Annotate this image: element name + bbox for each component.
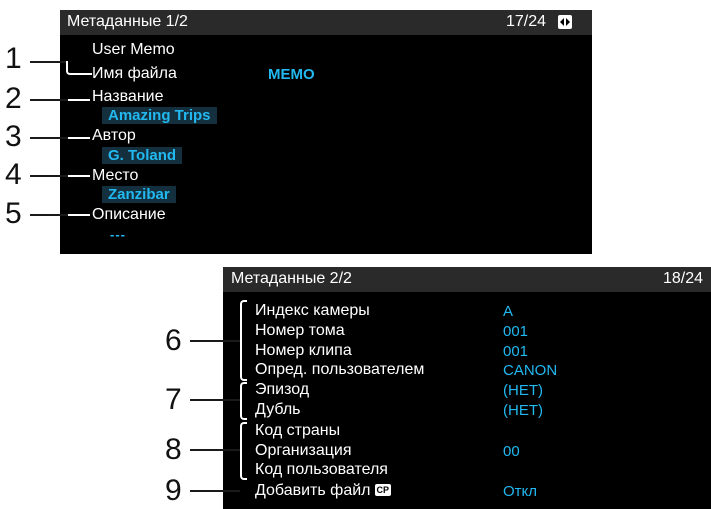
add-file-value: Откл <box>503 483 538 500</box>
title-label: Название <box>92 88 164 105</box>
author-label: Автор <box>92 127 136 144</box>
scene-label: Эпизод <box>255 381 310 398</box>
callout-2-leader <box>30 99 68 101</box>
author-value: G. Toland <box>102 147 183 164</box>
reel-number-label: Номер тома <box>255 322 345 339</box>
screen-2-page-counter: 18/24 <box>663 270 704 287</box>
callout-5-leader <box>30 214 68 216</box>
screen-2-title: Метаданные 2/2 <box>231 270 352 287</box>
callout-6: 6 <box>165 324 182 357</box>
callout-1-leader <box>30 61 68 63</box>
callout-1: 1 <box>5 42 22 75</box>
screen-1-page-counter: 17/24 <box>506 13 547 30</box>
callout-6-leader <box>190 340 240 342</box>
user-defined-value: CANON <box>503 362 558 379</box>
description-value: --- <box>110 227 126 242</box>
clip-number-label: Номер клипа <box>255 342 352 359</box>
page-toggle-icon[interactable] <box>558 15 572 29</box>
organization-value: 00 <box>503 443 520 460</box>
metadata-screen-1: Метаданные 1/2 17/24 User Memo Имя файла… <box>60 10 592 254</box>
callout-4: 4 <box>5 158 22 191</box>
callout-7-leader <box>190 399 240 401</box>
user-defined-label: Опред. пользователем <box>255 361 425 378</box>
add-file-label: Добавить файл CP <box>255 482 392 500</box>
country-code-label: Код страны <box>255 422 341 439</box>
user-code-label: Код пользователя <box>255 461 388 478</box>
callout-3: 3 <box>5 120 22 153</box>
screen-1-title: Метаданные 1/2 <box>67 13 188 30</box>
metadata-screen-2: Метаданные 2/2 18/24 Индекс камеры A Ном… <box>223 267 711 509</box>
bracket-scene-group <box>240 382 247 420</box>
camera-index-value: A <box>503 303 514 320</box>
bracket-code-group <box>240 422 247 480</box>
organization-label: Организация <box>255 442 352 459</box>
take-label: Дубль <box>255 401 301 418</box>
callout-5-leader-inside <box>68 214 90 216</box>
screen-1-header: Метаданные 1/2 17/24 <box>60 10 592 35</box>
user-memo-label: User Memo <box>92 41 175 58</box>
callout-9: 9 <box>165 474 182 507</box>
file-name-label: Имя файла <box>92 65 177 82</box>
file-name-value: MEMO <box>268 66 315 83</box>
reel-number-value: 001 <box>503 323 529 340</box>
callout-8-leader <box>190 449 240 451</box>
description-label: Описание <box>92 206 166 223</box>
bracket-camera-group <box>240 300 247 381</box>
callout-4-leader-inside <box>68 175 90 177</box>
callout-2: 2 <box>5 82 22 115</box>
screen-2-header: Метаданные 2/2 18/24 <box>223 267 711 292</box>
callout-7: 7 <box>165 383 182 416</box>
callout-1-bend <box>66 61 92 75</box>
title-value: Amazing Trips <box>102 107 217 124</box>
location-label: Место <box>92 167 139 184</box>
scene-value: (НЕТ) <box>503 382 543 399</box>
take-value: (НЕТ) <box>503 402 543 419</box>
callout-3-leader-inside <box>68 137 90 139</box>
cp-icon: CP <box>374 484 392 496</box>
callout-9-leader <box>190 490 240 492</box>
add-file-label-text: Добавить файл <box>255 482 371 499</box>
callout-5: 5 <box>5 197 22 230</box>
callout-4-leader <box>30 175 68 177</box>
callout-2-leader-inside <box>68 99 90 101</box>
clip-number-value: 001 <box>503 343 529 360</box>
camera-index-label: Индекс камеры <box>255 302 370 319</box>
callout-8: 8 <box>165 433 182 466</box>
location-value: Zanzibar <box>102 186 176 203</box>
callout-3-leader <box>30 137 68 139</box>
